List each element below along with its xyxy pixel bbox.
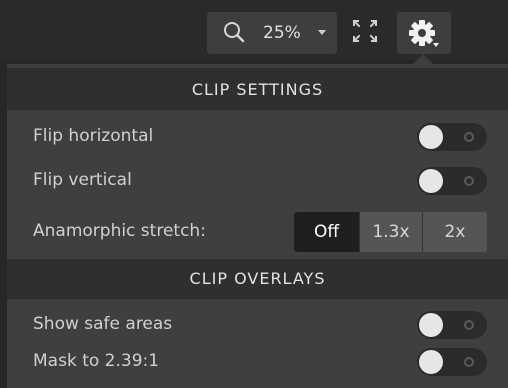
show-safe-areas-toggle[interactable] <box>417 311 487 339</box>
fullscreen-icon[interactable] <box>351 18 379 44</box>
clip-settings-header: CLIP SETTINGS <box>7 68 508 110</box>
gear-icon <box>409 20 439 47</box>
flip-horizontal-toggle[interactable] <box>417 123 487 151</box>
toggle-knob <box>419 125 443 149</box>
toggle-off-indicator <box>464 132 474 142</box>
zoom-value: 25% <box>263 23 301 43</box>
anamorphic-option-2x[interactable]: 2x <box>422 212 487 252</box>
panel-pointer <box>413 54 433 64</box>
search-icon <box>224 22 245 43</box>
toggle-knob <box>419 350 443 374</box>
settings-button[interactable] <box>397 12 451 54</box>
flip-vertical-label: Flip vertical <box>33 170 132 190</box>
mask-toggle[interactable] <box>417 348 487 376</box>
show-safe-areas-label: Show safe areas <box>33 314 173 334</box>
anamorphic-option-1-3x[interactable]: 1.3x <box>359 212 422 252</box>
chevron-down-icon <box>318 30 326 35</box>
clip-overlays-header: CLIP OVERLAYS <box>7 259 508 299</box>
toggle-knob <box>419 169 443 193</box>
toggle-off-indicator <box>464 320 474 330</box>
anamorphic-option-off[interactable]: Off <box>294 212 359 252</box>
anamorphic-stretch-selector: Off 1.3x 2x <box>294 212 487 252</box>
toggle-off-indicator <box>464 176 474 186</box>
zoom-dropdown[interactable]: 25% <box>207 12 337 54</box>
flip-horizontal-label: Flip horizontal <box>33 126 154 146</box>
flip-vertical-toggle[interactable] <box>417 167 487 195</box>
toggle-knob <box>419 313 443 337</box>
mask-label: Mask to 2.39:1 <box>33 351 160 371</box>
top-toolbar: 25% <box>0 0 508 60</box>
toggle-off-indicator <box>464 357 474 367</box>
anamorphic-stretch-label: Anamorphic stretch: <box>33 221 206 241</box>
clip-settings-panel: CLIP SETTINGS Flip horizontal Flip verti… <box>7 64 508 388</box>
